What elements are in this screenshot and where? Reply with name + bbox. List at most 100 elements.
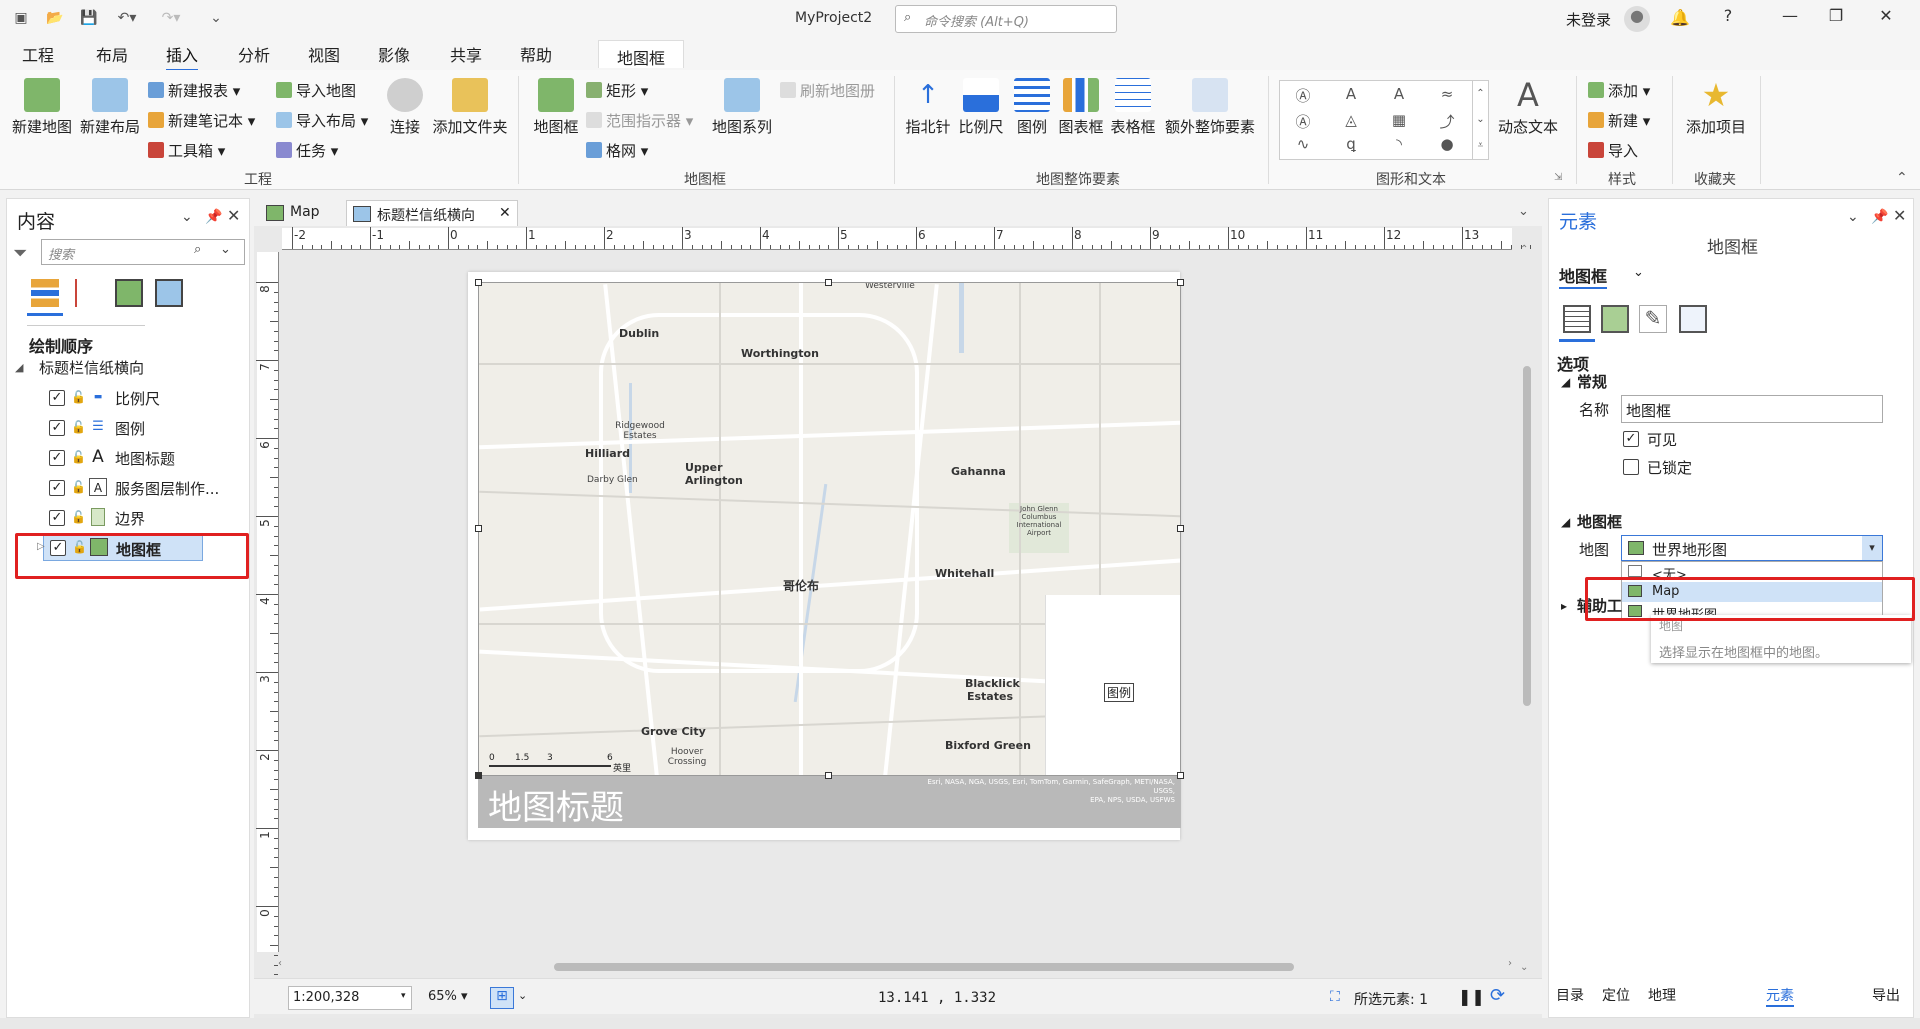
selection-handle[interactable] <box>1177 525 1184 532</box>
curve-icon[interactable]: ∿ <box>1292 135 1314 153</box>
import-layout-button[interactable]: 导入布局 ▾ <box>276 110 368 131</box>
display-tab-icon[interactable] <box>1601 305 1629 333</box>
toc-item-map-title[interactable]: ✓ 🔓 A 地图标题 <box>7 445 247 471</box>
north-arrow-button[interactable]: ↑ 指北针 <box>904 78 952 137</box>
map-frame-button[interactable]: 地图框 <box>530 78 582 137</box>
tab-imagery[interactable]: 影像 <box>378 42 410 66</box>
pause-drawing-icon[interactable]: ❚❚ <box>1458 987 1485 1006</box>
options-tab-icon[interactable] <box>1563 305 1591 333</box>
map-select[interactable]: 世界地形图 ▾ <box>1621 535 1883 561</box>
collapse-mapframe-icon[interactable]: ◢ <box>1561 515 1570 529</box>
restore-button[interactable]: ❐ <box>1816 6 1856 32</box>
import-map-button[interactable]: 导入地图 <box>276 80 356 101</box>
toolbox-button[interactable]: 工具箱 ▾ <box>148 140 225 161</box>
selection-handle[interactable] <box>475 772 482 779</box>
spline-text-icon[interactable]: A <box>1340 85 1362 103</box>
visibility-checkbox[interactable]: ✓ <box>49 390 65 406</box>
pin-icon[interactable]: 📌 <box>205 209 222 225</box>
new-layout-button[interactable]: 新建布局 <box>78 78 142 137</box>
selection-handle[interactable] <box>475 525 482 532</box>
chevron-down-icon[interactable]: ⌄ <box>518 989 527 1002</box>
connect-button[interactable]: 连接 <box>382 78 428 137</box>
tab-map-frame-context[interactable]: 地图框 <box>598 40 684 68</box>
scroll-right-icon[interactable]: › <box>1508 958 1512 969</box>
scale-select[interactable]: 1:200,328 ▾ <box>288 986 412 1010</box>
style-add-button[interactable]: 添加 ▾ <box>1588 80 1650 101</box>
pane-options-icon[interactable]: ⌄ <box>181 209 193 225</box>
chart-frame-button[interactable]: 图表框 <box>1056 78 1106 137</box>
selection-handle[interactable] <box>475 279 482 286</box>
toc-item-scalebar[interactable]: ✓ 🔓 ▬ 比例尺 <box>7 385 247 411</box>
grid-button[interactable]: 格网 ▾ <box>586 140 648 161</box>
pin-icon[interactable]: 📌 <box>1871 209 1888 225</box>
filter-icon[interactable]: ⏷ <box>13 243 27 264</box>
tab-view[interactable]: 视图 <box>308 42 340 66</box>
notification-icon[interactable]: 🔔 <box>1670 8 1690 27</box>
arc-icon[interactable]: ◝ <box>1388 135 1410 153</box>
zoom-select[interactable]: 65% ▾ <box>424 986 474 1010</box>
legend[interactable]: 图例 <box>1045 595 1180 775</box>
undo-icon[interactable]: ↶▾ <box>110 8 144 28</box>
map-series-button[interactable]: 地图系列 <box>710 78 774 137</box>
visibility-checkbox[interactable]: ✓ <box>49 480 65 496</box>
visible-checkbox[interactable]: ✓ <box>1623 431 1639 447</box>
close-tab-icon[interactable]: ✕ <box>499 205 511 221</box>
toc-item-border[interactable]: ✓ 🔓 边界 <box>7 505 247 531</box>
text-box-icon[interactable]: Ⓐ <box>1292 85 1314 105</box>
toc-item-service-credits[interactable]: ✓ 🔓 A 服务图层制作... <box>7 475 247 501</box>
tab-project[interactable]: 工程 <box>22 42 54 66</box>
extra-surround-button[interactable]: 额外整饰要素 <box>1162 78 1258 137</box>
element-selector[interactable]: 地图框 <box>1559 263 1608 289</box>
lock-icon[interactable]: 🔓 <box>71 390 86 404</box>
new-map-button[interactable]: 新建地图 <box>10 78 74 137</box>
legend-button[interactable]: 图例 <box>1010 78 1054 137</box>
list-by-labeling-icon[interactable] <box>155 279 183 307</box>
polygon-text-icon[interactable]: ◬ <box>1340 111 1362 129</box>
add-folder-button[interactable]: 添加文件夹 <box>432 78 508 137</box>
refresh-atlas-button[interactable]: 刷新地图册 <box>780 80 875 101</box>
freehand-icon[interactable]: ≈ <box>1436 85 1458 103</box>
layout-node[interactable]: 标题栏信纸横向 <box>39 357 144 378</box>
scroll-thumb[interactable] <box>554 963 1294 971</box>
scroll-down-icon[interactable]: ⌄ <box>1520 962 1528 973</box>
open-project-icon[interactable]: 📂 <box>44 8 66 28</box>
tab-layout[interactable]: 布局 <box>96 42 128 66</box>
bottom-tab-geo[interactable]: 地理 <box>1648 985 1676 1005</box>
collapse-ribbon-icon[interactable]: ⌃ <box>1896 170 1908 186</box>
name-input[interactable]: 地图框 <box>1621 395 1883 423</box>
scroll-left-icon[interactable]: ‹ <box>278 958 282 969</box>
scroll-up-icon[interactable]: ⌃ <box>1520 244 1528 255</box>
bottom-tab-locate[interactable]: 定位 <box>1602 985 1630 1005</box>
table-frame-button[interactable]: 表格框 <box>1108 78 1158 137</box>
text-icon[interactable]: A <box>1388 85 1410 103</box>
tab-insert[interactable]: 插入 <box>166 42 199 72</box>
selection-handle[interactable] <box>1177 772 1184 779</box>
new-notebook-button[interactable]: 新建笔记本 ▾ <box>148 110 255 131</box>
task-button[interactable]: 任务 ▾ <box>276 140 338 161</box>
style-new-button[interactable]: 新建 ▾ <box>1588 110 1650 131</box>
rectangle-button[interactable]: 矩形 ▾ <box>586 80 648 101</box>
follow-text-icon[interactable]: ꝗ <box>1340 135 1362 153</box>
grid-snap-icon[interactable]: ⊞ <box>490 987 514 1009</box>
scale-bar-button[interactable]: 比例尺 <box>956 78 1006 137</box>
new-project-icon[interactable]: ▣ <box>10 8 32 28</box>
map-title[interactable]: 地图标题 <box>488 780 624 829</box>
style-import-button[interactable]: 导入 <box>1588 140 1638 161</box>
placement-tab-icon[interactable] <box>1679 305 1707 333</box>
graphics-gallery[interactable]: Ⓐ A A ≈ Ⓐ ◬ ▦ ⤴ ∿ ꝗ ◝ ● ⌃ ⌄ ⩡ <box>1279 80 1489 160</box>
scale-bar[interactable]: 0 1.5 3 6 英里 <box>489 751 639 775</box>
redo-icon[interactable]: ↷▾ <box>154 8 188 28</box>
service-credits[interactable]: Esri, NASA, NGA, USGS, Esri, TomTom, Gar… <box>905 778 1175 805</box>
selection-handle[interactable] <box>825 772 832 779</box>
map-frame[interactable]: Dublin Worthington Hilliard Upper Arling… <box>478 282 1181 776</box>
tab-analysis[interactable]: 分析 <box>238 42 270 66</box>
avatar[interactable]: ● <box>1624 6 1650 32</box>
add-item-button[interactable]: ★ 添加项目 <box>1684 78 1748 137</box>
horizontal-scrollbar[interactable]: ‹ › <box>278 958 1512 974</box>
lock-icon[interactable]: 🔓 <box>71 450 86 464</box>
line-icon[interactable]: ⤴ <box>1436 111 1458 131</box>
bottom-tab-export[interactable]: 导出 <box>1872 985 1900 1005</box>
visibility-checkbox[interactable]: ✓ <box>49 420 65 436</box>
lock-icon[interactable]: 🔓 <box>71 420 86 434</box>
lock-icon[interactable]: 🔓 <box>71 510 86 524</box>
